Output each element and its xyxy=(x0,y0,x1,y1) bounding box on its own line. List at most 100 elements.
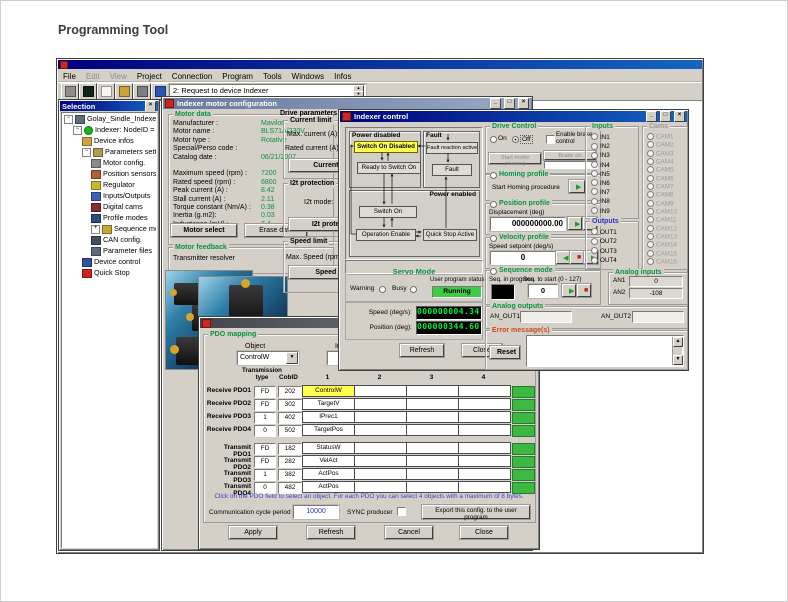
pdo-object-cell[interactable]: TargetPos xyxy=(302,424,355,436)
seq-to-start-field[interactable]: 0 xyxy=(528,284,558,298)
selection-titlebar[interactable]: Selection × xyxy=(60,101,158,111)
displacement-field[interactable]: 000000000.00 xyxy=(490,217,566,231)
pdo-object-cell[interactable] xyxy=(354,455,407,467)
position-radio[interactable] xyxy=(490,201,497,208)
tree-item-profile-modes[interactable]: Profile modes xyxy=(62,212,156,223)
pdo-object-cell[interactable]: ActPos xyxy=(302,481,355,493)
close-icon[interactable]: × xyxy=(518,98,529,109)
pdo-object-cell[interactable] xyxy=(458,468,511,480)
phone-icon[interactable] xyxy=(61,83,79,100)
minimize-icon[interactable]: _ xyxy=(490,98,501,109)
chevron-down-icon[interactable]: ▼ xyxy=(286,352,298,364)
pdo-transmission-type[interactable]: FD xyxy=(254,443,276,455)
open-icon[interactable] xyxy=(115,83,133,100)
pdo-object-cell[interactable] xyxy=(458,442,511,454)
tree-item-digital-cams[interactable]: Digital cams xyxy=(62,201,156,212)
pdo-transmission-type[interactable]: 1 xyxy=(254,412,276,424)
pdo-cobid[interactable]: 502 xyxy=(278,425,302,437)
pdo-object-cell[interactable] xyxy=(458,411,511,423)
scroll-up-icon[interactable]: ▲ xyxy=(673,337,683,347)
pdo-cobid[interactable]: 402 xyxy=(278,412,302,424)
tree-item-sequence-mode[interactable]: +Sequence mode xyxy=(62,223,156,234)
pdo-cobid[interactable]: 182 xyxy=(278,443,302,455)
refresh-button[interactable]: Refresh xyxy=(307,526,355,539)
pdo-object-cell[interactable] xyxy=(458,481,511,493)
homing-start-button[interactable]: ▶ xyxy=(569,180,585,193)
pdo-object-cell[interactable]: VelAct xyxy=(302,455,355,467)
pdo-transmission-type[interactable]: FD xyxy=(254,399,276,411)
object-combo[interactable]: ControlW ▼ xyxy=(237,351,299,365)
pdo-object-cell[interactable]: IPrec1 xyxy=(302,411,355,423)
pdo-object-cell[interactable] xyxy=(458,385,511,397)
pdo-object-cell[interactable]: ActPos xyxy=(302,468,355,480)
tree-item-indexer-nodeid-2[interactable]: −Indexer: NodeID = 2 xyxy=(62,124,156,135)
pdo-object-cell[interactable] xyxy=(458,398,511,410)
tree-item-device-infos[interactable]: Device infos xyxy=(62,135,156,146)
velocity-radio[interactable] xyxy=(490,235,497,242)
tree-item-position-sensors[interactable]: Position sensors xyxy=(62,168,156,179)
wizard-icon[interactable] xyxy=(133,83,151,100)
indexer-control-titlebar[interactable]: Indexer control _ □ × xyxy=(340,111,687,122)
start-phasing-button[interactable]: Start motor phasing xyxy=(489,153,541,164)
collapse-icon[interactable]: − xyxy=(82,148,91,157)
motor-select-button[interactable]: Motor select xyxy=(171,224,237,237)
tree-item-inputs-outputs[interactable]: Inputs/Outputs xyxy=(62,190,156,201)
motor-config-titlebar[interactable]: Indexer motor configuration _ □ × xyxy=(163,98,531,109)
pdo-object-cell[interactable]: ControlW xyxy=(302,385,355,397)
homing-radio[interactable] xyxy=(490,172,497,179)
expand-icon[interactable]: + xyxy=(91,225,100,234)
pdo-object-cell[interactable] xyxy=(406,385,459,397)
form-icon[interactable] xyxy=(97,83,115,100)
maximize-icon[interactable]: □ xyxy=(660,111,671,122)
tree-item-motor-config-[interactable]: Motor config. xyxy=(62,157,156,168)
sync-producer-checkbox[interactable] xyxy=(397,507,406,516)
pdo-object-cell[interactable] xyxy=(406,398,459,410)
pdo-object-cell[interactable] xyxy=(406,468,459,480)
sequence-start-button[interactable]: ▶ xyxy=(562,284,576,297)
tree-item-golay-sindle-indexer-v1-0[interactable]: −Golay_Sindle_Indexer_V1_0 xyxy=(62,113,156,124)
pdo-object-cell[interactable] xyxy=(406,411,459,423)
pdo-object-cell[interactable] xyxy=(354,411,407,423)
sequence-stop-button[interactable]: ■ xyxy=(577,284,591,297)
close-icon[interactable]: × xyxy=(674,111,685,122)
pdo-object-cell[interactable] xyxy=(354,398,407,410)
pdo-object-cell[interactable]: TargetV xyxy=(302,398,355,410)
tree-item-device-control[interactable]: Device control xyxy=(62,256,156,267)
on-radio[interactable] xyxy=(490,136,497,143)
pdo-object-cell[interactable] xyxy=(354,481,407,493)
tree-item-parameter-files[interactable]: Parameter files xyxy=(62,245,156,256)
collapse-icon[interactable]: − xyxy=(73,126,82,135)
pdo-transmission-type[interactable]: FD xyxy=(254,386,276,398)
pdo-object-cell[interactable] xyxy=(458,424,511,436)
close-icon[interactable]: × xyxy=(145,101,156,111)
pdo-cobid[interactable]: 382 xyxy=(278,469,302,481)
velocity-stop-button[interactable]: ■ xyxy=(570,251,584,264)
error-scrollbar[interactable]: ▲ ▼ xyxy=(672,337,682,365)
error-messages-box[interactable]: ▲ ▼ xyxy=(526,335,684,367)
capture-icon[interactable] xyxy=(79,83,97,100)
minimize-icon[interactable]: _ xyxy=(646,111,657,122)
pdo-cobid[interactable]: 302 xyxy=(278,399,302,411)
apply-button[interactable]: Apply xyxy=(229,526,277,539)
cancel-button[interactable]: Cancel xyxy=(385,526,433,539)
pdo-object-cell[interactable]: StatusW xyxy=(302,442,355,454)
pdo-object-cell[interactable] xyxy=(354,385,407,397)
pdo-object-cell[interactable] xyxy=(406,455,459,467)
pdo-object-cell[interactable] xyxy=(406,442,459,454)
off-radio[interactable] xyxy=(512,136,519,143)
main-titlebar[interactable] xyxy=(58,60,702,69)
pdo-object-cell[interactable] xyxy=(406,481,459,493)
enable-brake-checkbox[interactable] xyxy=(546,135,555,144)
pdo-object-cell[interactable] xyxy=(354,468,407,480)
tree-item-parameters-setting[interactable]: −Parameters setting xyxy=(62,146,156,157)
maximize-icon[interactable]: □ xyxy=(504,98,515,109)
collapse-icon[interactable]: − xyxy=(64,115,73,124)
pdo-object-cell[interactable] xyxy=(354,424,407,436)
scroll-down-icon[interactable]: ▼ xyxy=(673,355,683,365)
pdo-object-cell[interactable] xyxy=(354,442,407,454)
cycle-period-field[interactable]: 10000 xyxy=(293,505,339,519)
pdo-cobid[interactable]: 282 xyxy=(278,456,302,468)
velocity-left-button[interactable]: ◀ xyxy=(556,251,570,264)
refresh-button[interactable]: Refresh xyxy=(400,344,444,357)
position-start-button[interactable]: ▶ xyxy=(568,217,582,230)
